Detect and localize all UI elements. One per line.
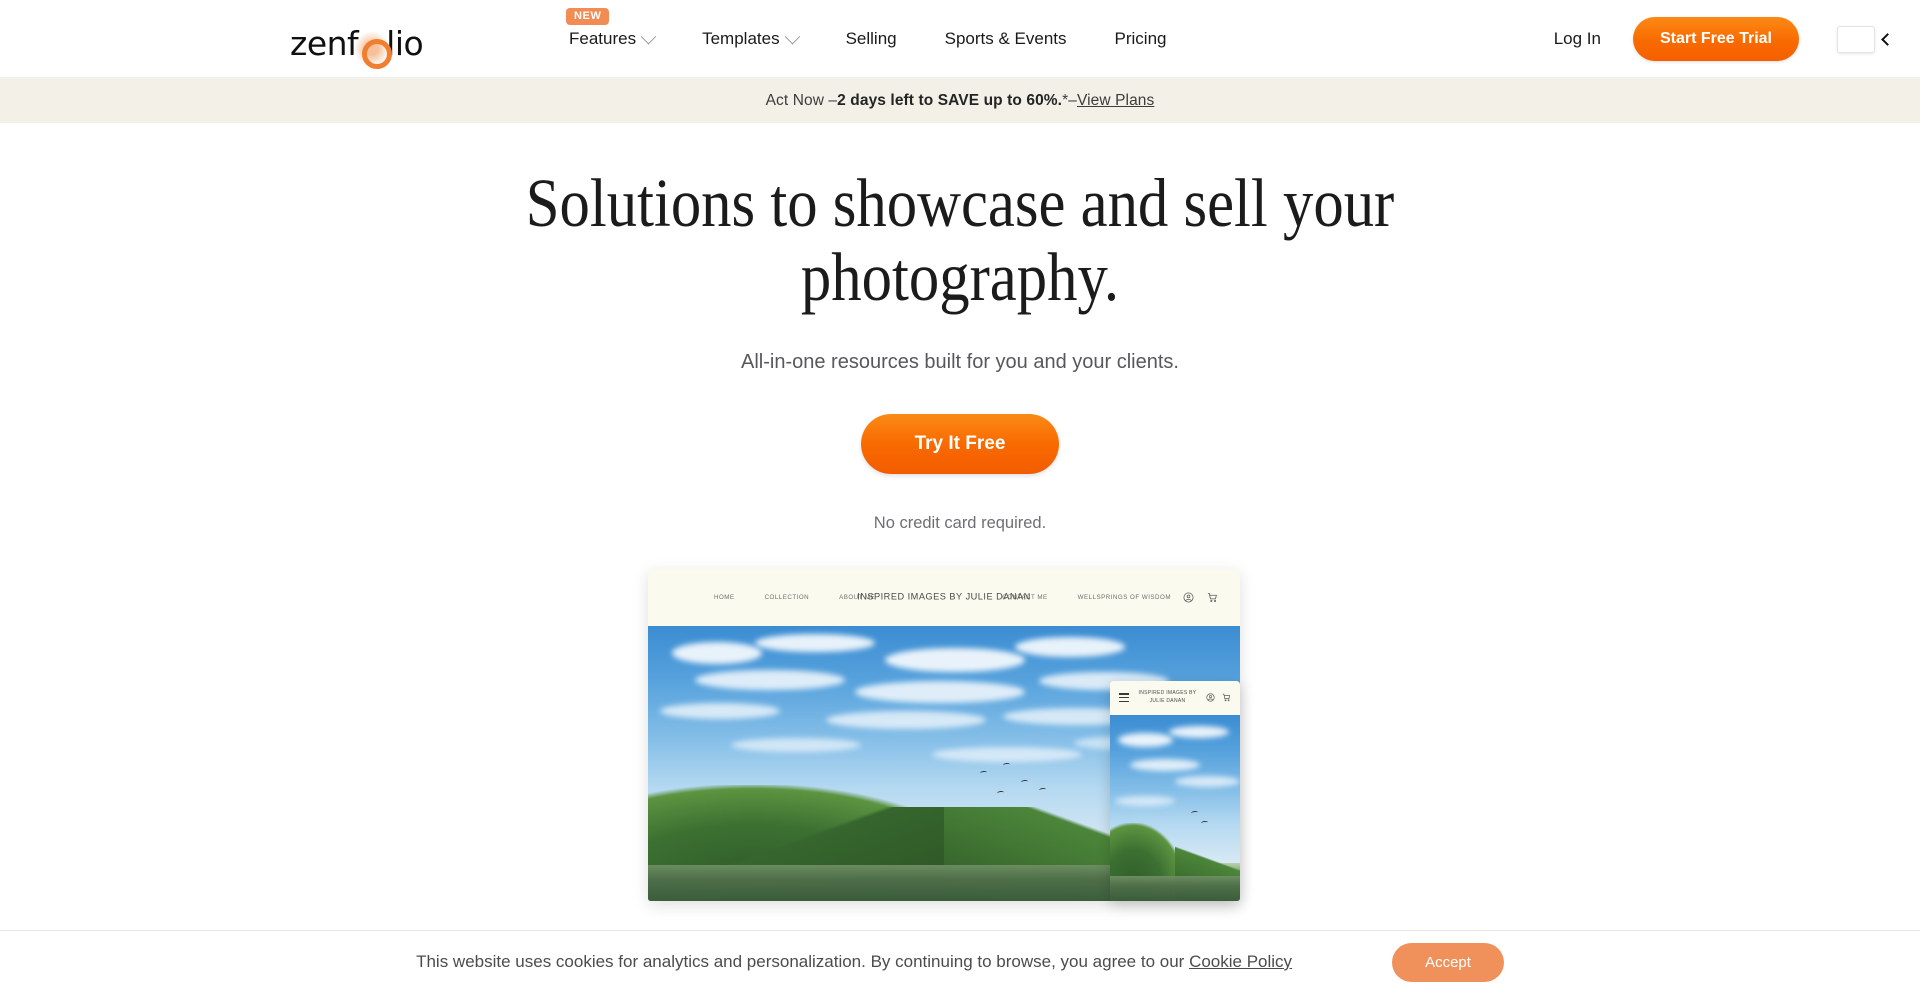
accept-cookies-button[interactable]: Accept — [1392, 942, 1504, 982]
nav-item-selling[interactable]: Selling — [822, 0, 921, 78]
try-it-free-button[interactable]: Try It Free — [860, 413, 1060, 474]
cookie-message: This website uses cookies for analytics … — [416, 952, 1292, 972]
nav-item-templates-label: Templates — [702, 29, 780, 48]
hamburger-icon[interactable] — [1119, 693, 1129, 703]
nav-item-sports-events[interactable]: Sports & Events — [921, 0, 1091, 78]
photo-cloud — [1168, 725, 1229, 738]
nav-item-templates[interactable]: Templates — [678, 0, 821, 78]
mockup-nav-collection[interactable]: COLLECTION — [765, 594, 810, 601]
flag-icon — [1837, 25, 1875, 53]
photo-bird — [1020, 779, 1029, 785]
photo-bird — [1200, 820, 1209, 826]
promo-bold: 2 days left to SAVE up to 60%. — [837, 91, 1063, 109]
nav-item-sports-events-label: Sports & Events — [944, 29, 1067, 48]
cookie-consent-banner: This website uses cookies for analytics … — [0, 930, 1920, 993]
user-icon[interactable] — [1206, 693, 1215, 702]
logo-text-pre: zenf — [290, 24, 359, 63]
mobile-mockup-header: INSPIRED IMAGES BY JULIE DANAN — [1110, 680, 1240, 715]
photo-bird — [1038, 787, 1046, 793]
mockup-header-icons — [1183, 592, 1218, 603]
locale-selector[interactable] — [1837, 25, 1894, 53]
product-mockup-area: HOME COLLECTION ABOUT ME INSPIRED IMAGES… — [0, 568, 1920, 909]
no-credit-card-note: No credit card required. — [873, 513, 1047, 532]
photo-cloud — [695, 669, 846, 690]
photo-cloud — [855, 680, 1026, 703]
photo-bird — [997, 790, 1005, 796]
mobile-mockup-icons — [1206, 693, 1231, 702]
nav-actions: Log In Start Free Trial — [1554, 0, 1920, 78]
mockup-site-title: INSPIRED IMAGES BY JULIE DANAN — [857, 591, 1031, 602]
photo-cloud — [659, 702, 780, 719]
view-plans-link[interactable]: View Plans — [1077, 92, 1154, 110]
photo-cloud — [754, 633, 875, 652]
mockup-site-header: HOME COLLECTION ABOUT ME INSPIRED IMAGES… — [648, 568, 1240, 626]
chevron-left-icon — [1881, 32, 1894, 46]
cart-icon[interactable] — [1207, 592, 1218, 603]
login-link[interactable]: Log In — [1554, 29, 1601, 49]
photo-cloud — [884, 647, 1025, 672]
promo-separator: – — [1068, 91, 1077, 109]
user-icon[interactable] — [1183, 592, 1194, 603]
nav-item-pricing-label: Pricing — [1114, 29, 1167, 48]
nav-item-pricing[interactable]: Pricing — [1091, 0, 1191, 78]
logo-orange-ring-icon — [355, 32, 393, 69]
start-free-trial-button[interactable]: Start Free Trial — [1632, 17, 1799, 61]
cart-icon[interactable] — [1222, 693, 1231, 702]
primary-nav-links: NEW Features Templates Selling Sports & … — [545, 0, 1190, 78]
nav-item-features[interactable]: NEW Features — [545, 0, 678, 78]
mockup-nav-home[interactable]: HOME — [714, 594, 735, 601]
mobile-mockup-title: INSPIRED IMAGES BY JULIE DANAN — [1138, 690, 1197, 704]
photo-cloud — [1175, 776, 1240, 788]
photo-cloud — [671, 642, 762, 665]
photo-cloud — [1015, 636, 1126, 657]
photo-cloud — [932, 746, 1083, 762]
photo-cloud — [825, 710, 986, 729]
page-title: Solutions to showcase and sell your phot… — [525, 165, 1395, 315]
chevron-down-icon — [640, 28, 657, 44]
cookie-message-text: This website uses cookies for analytics … — [416, 952, 1190, 971]
mobile-site-mockup: INSPIRED IMAGES BY JULIE DANAN — [1110, 680, 1240, 901]
hero-section: Solutions to showcase and sell your phot… — [0, 123, 1920, 533]
hero-subheadline: All-in-one resources built for you and y… — [741, 350, 1179, 373]
hero-cta-wrapper: Try It Free — [0, 413, 1920, 474]
chevron-down-icon — [784, 28, 800, 44]
zenfolio-logo[interactable]: zenf lio — [290, 18, 424, 69]
nav-item-selling-label: Selling — [845, 29, 897, 48]
new-badge: NEW — [566, 8, 610, 25]
photo-river-water — [1110, 876, 1240, 901]
mockup-nav-wellsprings[interactable]: WELLSPRINGS OF WISDOM — [1078, 594, 1171, 601]
mobile-mockup-photo — [1110, 714, 1240, 901]
promo-lead: Act Now – — [765, 91, 838, 109]
cookie-policy-link[interactable]: Cookie Policy — [1189, 952, 1292, 971]
top-navigation-bar: zenf lio NEW Features Templates Selling … — [0, 0, 1920, 78]
promo-banner: Act Now – 2 days left to SAVE up to 60%.… — [0, 78, 1920, 123]
